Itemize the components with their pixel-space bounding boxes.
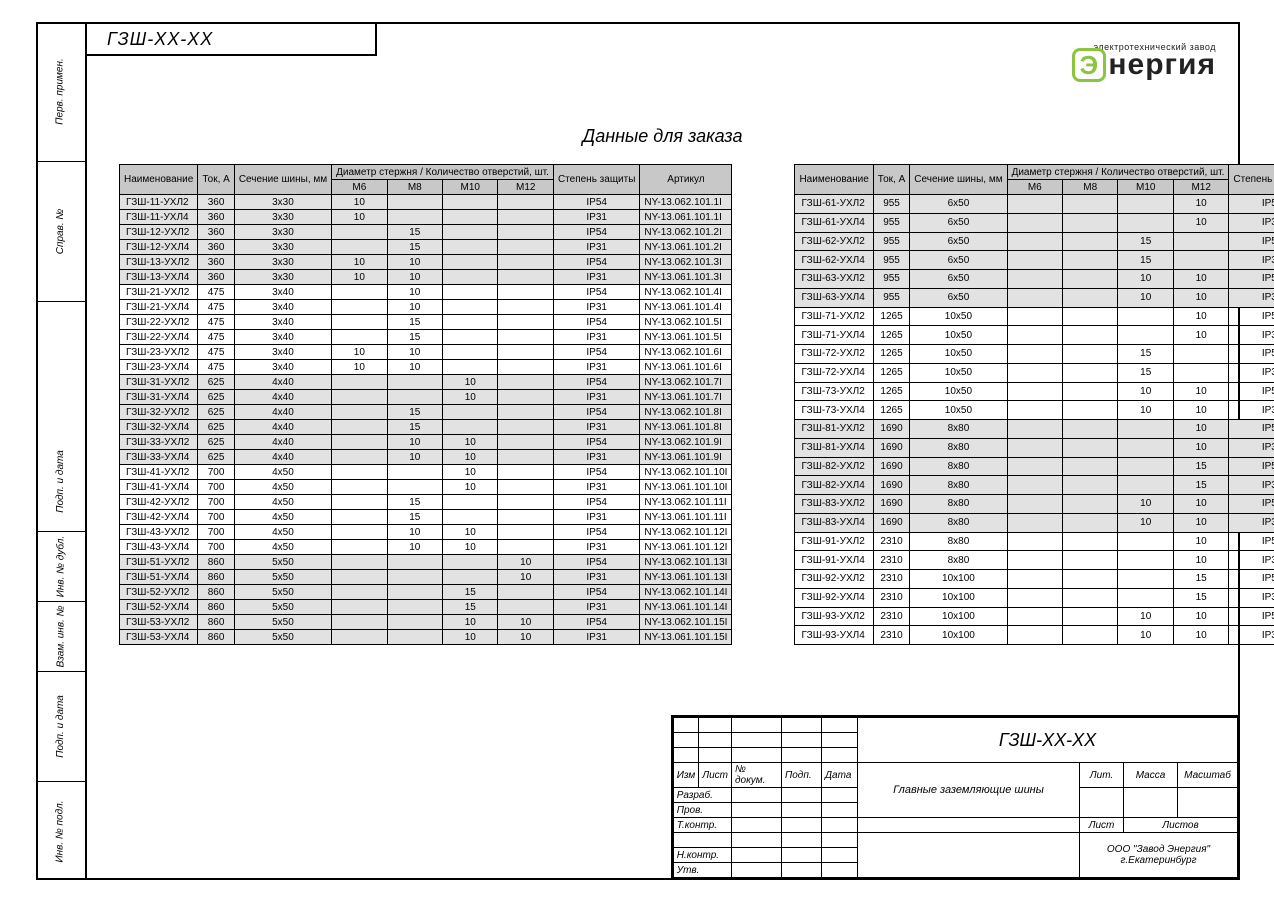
side-perv-primen: Перв. примен.: [55, 58, 66, 124]
table-row: ГЗШ-42-УХЛ4 700 4x50 15 IP31 NY-13.061.1…: [120, 510, 732, 525]
table-row: ГЗШ-13-УХЛ2 360 3x30 10 10 IP54 NY-13.06…: [120, 255, 732, 270]
data-tables: Наименование Ток, А Сечение шины, мм Диа…: [119, 164, 1274, 645]
logo-e-icon: Э: [1072, 48, 1106, 82]
stamp-utv: Утв.: [673, 863, 731, 878]
table-row: ГЗШ-23-УХЛ4 475 3x40 10 10 IP31 NY-13.06…: [120, 360, 732, 375]
table-row: ГЗШ-43-УХЛ2 700 4x50 10 10 IP54 NY-13.06…: [120, 525, 732, 540]
table-row: ГЗШ-92-УХЛ2 2310 10x100 15 IP54 NY-13.06…: [795, 570, 1274, 589]
table-row: ГЗШ-31-УХЛ2 625 4x40 10 IP54 NY-13.062.1…: [120, 375, 732, 390]
table-row: ГЗШ-73-УХЛ4 1265 10x50 10 10 IP31 NY-13.…: [795, 401, 1274, 420]
table-row: ГЗШ-22-УХЛ2 475 3x40 15 IP54 NY-13.062.1…: [120, 315, 732, 330]
table-row: ГЗШ-33-УХЛ2 625 4x40 10 10 IP54 NY-13.06…: [120, 435, 732, 450]
table-row: ГЗШ-83-УХЛ2 1690 8x80 10 10 IP54 NY-13.0…: [795, 495, 1274, 514]
table-row: ГЗШ-53-УХЛ2 860 5x50 10 10 IP54 NY-13.06…: [120, 615, 732, 630]
table-row: ГЗШ-91-УХЛ2 2310 8x80 10 IP54 NY-13.062.…: [795, 532, 1274, 551]
table-row: ГЗШ-73-УХЛ2 1265 10x50 10 10 IP54 NY-13.…: [795, 382, 1274, 401]
table-row: ГЗШ-93-УХЛ4 2310 10x100 10 10 IP31 NY-13…: [795, 626, 1274, 645]
table-row: ГЗШ-82-УХЛ2 1690 8x80 15 IP54 NY-13.062.…: [795, 457, 1274, 476]
table-row: ГЗШ-21-УХЛ4 475 3x40 10 IP31 NY-13.061.1…: [120, 300, 732, 315]
stamp-razrab: Разраб.: [673, 788, 731, 803]
table-row: ГЗШ-61-УХЛ2 955 6x50 10 IP54 NY-13.062.1…: [795, 195, 1274, 214]
table-row: ГЗШ-83-УХЛ4 1690 8x80 10 10 IP31 NY-13.0…: [795, 513, 1274, 532]
table-row: ГЗШ-72-УХЛ2 1265 10x50 15 IP54 NY-13.062…: [795, 345, 1274, 364]
table-row: ГЗШ-51-УХЛ2 860 5x50 10 IP54 NY-13.062.1…: [120, 555, 732, 570]
table-row: ГЗШ-43-УХЛ4 700 4x50 10 10 IP31 NY-13.06…: [120, 540, 732, 555]
side-inv-podl: Инв. № подл.: [55, 800, 66, 862]
stamp-tkontr: Т.контр.: [673, 818, 731, 833]
table-row: ГЗШ-72-УХЛ4 1265 10x50 15 IP31 NY-13.061…: [795, 363, 1274, 382]
stamp-list: Лист: [699, 763, 732, 788]
table-row: ГЗШ-81-УХЛ2 1690 8x80 10 IP54 NY-13.062.…: [795, 420, 1274, 439]
side-sprav-no: Справ. №: [55, 209, 66, 254]
table-row: ГЗШ-62-УХЛ2 955 6x50 15 IP54 NY-13.062.1…: [795, 232, 1274, 251]
table-row: ГЗШ-92-УХЛ4 2310 10x100 15 IP31 NY-13.06…: [795, 588, 1274, 607]
drawing-frame: ГЗШ-ХХ-ХХ электротехнический завод Э нер…: [85, 22, 1240, 880]
stamp-ndok: № докум.: [732, 763, 782, 788]
table-row: ГЗШ-63-УХЛ4 955 6x50 10 10 IP31 NY-13.06…: [795, 288, 1274, 307]
stamp-org1: ООО "Завод Энергия": [1083, 844, 1234, 855]
stamp-massa: Масса: [1124, 763, 1178, 788]
table-row: ГЗШ-81-УХЛ4 1690 8x80 10 IP31 NY-13.061.…: [795, 438, 1274, 457]
table-row: ГЗШ-41-УХЛ4 700 4x50 10 IP31 NY-13.061.1…: [120, 480, 732, 495]
table-row: ГЗШ-11-УХЛ4 360 3x30 10 IP31 NY-13.061.1…: [120, 210, 732, 225]
table-row: ГЗШ-23-УХЛ2 475 3x40 10 10 IP54 NY-13.06…: [120, 345, 732, 360]
table-row: ГЗШ-63-УХЛ2 955 6x50 10 10 IP54 NY-13.06…: [795, 270, 1274, 289]
table-row: ГЗШ-71-УХЛ4 1265 10x50 10 IP31 NY-13.061…: [795, 326, 1274, 345]
table-row: ГЗШ-93-УХЛ2 2310 10x100 10 10 IP54 NY-13…: [795, 607, 1274, 626]
table-row: ГЗШ-53-УХЛ4 860 5x50 10 10 IP31 NY-13.06…: [120, 630, 732, 645]
table-row: ГЗШ-71-УХЛ2 1265 10x50 10 IP54 NY-13.062…: [795, 307, 1274, 326]
stamp-list2: Лист: [1080, 818, 1124, 833]
stamp-izm: Изм: [673, 763, 699, 788]
table-row: ГЗШ-12-УХЛ4 360 3x30 15 IP31 NY-13.061.1…: [120, 240, 732, 255]
table-right: Наименование Ток, А Сечение шины, мм Диа…: [794, 164, 1274, 645]
table-row: ГЗШ-11-УХЛ2 360 3x30 10 IP54 NY-13.062.1…: [120, 195, 732, 210]
side-inv-dubl: Инв. № дубл.: [55, 536, 66, 598]
table-row: ГЗШ-21-УХЛ2 475 3x40 10 IP54 NY-13.062.1…: [120, 285, 732, 300]
table-row: ГЗШ-52-УХЛ2 860 5x50 15 IP54 NY-13.062.1…: [120, 585, 732, 600]
table-row: ГЗШ-13-УХЛ4 360 3x30 10 10 IP31 NY-13.06…: [120, 270, 732, 285]
stamp-podp: Подп.: [782, 763, 822, 788]
stamp-title: Главные заземляющие шины: [858, 763, 1080, 818]
table-row: ГЗШ-31-УХЛ4 625 4x40 10 IP31 NY-13.061.1…: [120, 390, 732, 405]
side-podp-data-1: Подп. и дата: [55, 450, 66, 513]
table-row: ГЗШ-33-УХЛ4 625 4x40 10 10 IP31 NY-13.06…: [120, 450, 732, 465]
table-row: ГЗШ-32-УХЛ4 625 4x40 15 IP31 NY-13.061.1…: [120, 420, 732, 435]
title-block-stamp: ГЗШ-ХХ-ХХ Изм Лист № докум. Подп. Дата Г…: [671, 715, 1238, 878]
stamp-org: ООО "Завод Энергия" г.Екатеринбург: [1080, 833, 1238, 878]
side-vzam-inv: Взам. инв. №: [55, 606, 66, 668]
logo: электротехнический завод Э нергия: [1072, 42, 1216, 82]
table-row: ГЗШ-91-УХЛ4 2310 8x80 10 IP31 NY-13.061.…: [795, 551, 1274, 570]
table-row: ГЗШ-82-УХЛ4 1690 8x80 15 IP31 NY-13.061.…: [795, 476, 1274, 495]
stamp-prov: Пров.: [673, 803, 731, 818]
side-labels: Перв. примен. Справ. № Подп. и дата Инв.…: [36, 22, 85, 880]
table-left: Наименование Ток, А Сечение шины, мм Диа…: [119, 164, 732, 645]
table-row: ГЗШ-51-УХЛ4 860 5x50 10 IP31 NY-13.061.1…: [120, 570, 732, 585]
table-row: ГЗШ-41-УХЛ2 700 4x50 10 IP54 NY-13.062.1…: [120, 465, 732, 480]
stamp-listov: Листов: [1124, 818, 1238, 833]
stamp-org2: г.Екатеринбург: [1083, 855, 1234, 866]
drawing-code-header: ГЗШ-ХХ-ХХ: [87, 24, 377, 56]
side-podp-data-2: Подп. и дата: [55, 695, 66, 758]
document-title: Данные для заказа: [87, 126, 1238, 147]
table-row: ГЗШ-32-УХЛ2 625 4x40 15 IP54 NY-13.062.1…: [120, 405, 732, 420]
table-row: ГЗШ-22-УХЛ4 475 3x40 15 IP31 NY-13.061.1…: [120, 330, 732, 345]
table-row: ГЗШ-12-УХЛ2 360 3x30 15 IP54 NY-13.062.1…: [120, 225, 732, 240]
table-row: ГЗШ-52-УХЛ4 860 5x50 15 IP31 NY-13.061.1…: [120, 600, 732, 615]
table-row: ГЗШ-42-УХЛ2 700 4x50 15 IP54 NY-13.062.1…: [120, 495, 732, 510]
stamp-data: Дата: [822, 763, 858, 788]
stamp-mashtab: Масштаб: [1178, 763, 1238, 788]
stamp-nkontr: Н.контр.: [673, 848, 731, 863]
logo-text: нергия: [1108, 48, 1216, 82]
table-row: ГЗШ-62-УХЛ4 955 6x50 15 IP31 NY-13.061.1…: [795, 251, 1274, 270]
table-row: ГЗШ-61-УХЛ4 955 6x50 10 IP31 NY-13.061.1…: [795, 213, 1274, 232]
stamp-code: ГЗШ-ХХ-ХХ: [858, 718, 1238, 763]
stamp-lit: Лит.: [1080, 763, 1124, 788]
